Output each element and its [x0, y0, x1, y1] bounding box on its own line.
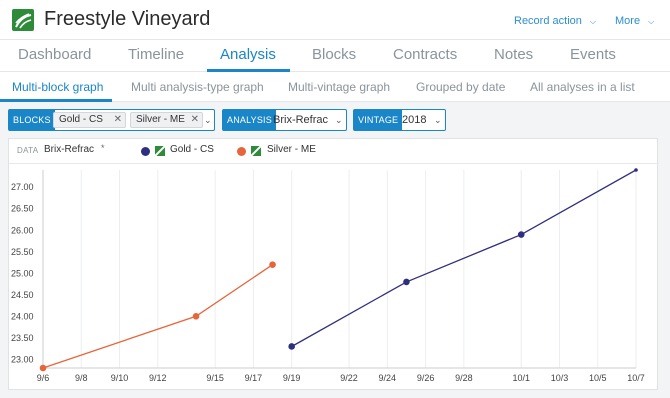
y-tick-label: 25.50	[11, 247, 34, 257]
chart-legend-row: DATA Brix-Refrac * Gold - CS Silver - ME	[9, 139, 659, 163]
tab-notes[interactable]: Notes	[494, 46, 533, 63]
data-point	[269, 261, 276, 268]
tab-events[interactable]: Events	[570, 46, 616, 63]
active-subtab-indicator	[0, 99, 112, 102]
block-chip-silver-me: Silver - ME ✕	[130, 112, 203, 128]
y-tick-label: 23.00	[11, 354, 34, 364]
block-chip-gold-cs: Gold - CS ✕	[53, 112, 126, 128]
chevron-down-icon: ⌵	[589, 17, 596, 26]
x-tick-label: 9/8	[75, 373, 88, 383]
subtab-multi-block-graph[interactable]: Multi-block graph	[12, 80, 103, 94]
x-tick-label: 9/24	[379, 373, 397, 383]
x-tick-label: 9/10	[111, 373, 129, 383]
data-point	[192, 313, 200, 320]
data-type-value[interactable]: Brix-Refrac	[44, 144, 94, 155]
tab-contracts[interactable]: Contracts	[393, 46, 457, 63]
x-tick-label: 10/7	[627, 373, 645, 383]
analysis-select-value: Brix-Refrac	[273, 114, 329, 126]
x-tick-label: 9/6	[37, 373, 50, 383]
app-title: Freestyle Vineyard	[44, 8, 211, 30]
app-window: Freestyle Vineyard Record action ⌵ More ⌵ …	[0, 0, 670, 398]
remove-chip-icon[interactable]: ✕	[191, 113, 199, 127]
tab-analysis[interactable]: Analysis	[220, 46, 276, 63]
vineyard-logo-icon	[12, 9, 34, 31]
x-tick-label: 9/19	[283, 373, 301, 383]
y-tick-label: 24.00	[11, 311, 34, 321]
subtab-multi-vintage-graph[interactable]: Multi-vintage graph	[288, 80, 390, 94]
data-point	[634, 168, 638, 172]
x-tick-label: 9/17	[245, 373, 263, 383]
more-label: More	[615, 15, 641, 27]
subtab-multi-analysis-type-graph[interactable]: Multi analysis-type graph	[131, 80, 264, 94]
analysis-filter[interactable]: ANALYSIS Brix-Refrac ⌄	[222, 109, 347, 131]
block-chip-label: Gold - CS	[59, 114, 103, 125]
blocks-filter[interactable]: BLOCKS Gold - CS ✕ Silver - ME ✕ ⌄	[8, 109, 215, 131]
record-action-menu[interactable]: Record action ⌵	[514, 15, 596, 27]
chevron-down-icon: ⌵	[648, 17, 655, 26]
block-stripe-icon	[251, 146, 261, 156]
top-header: Freestyle Vineyard Record action ⌵ More ⌵	[0, 0, 670, 40]
legend-dot-silver-me	[237, 147, 246, 156]
analysis-subtabs: Multi-block graph Multi analysis-type gr…	[0, 72, 670, 102]
legend-dot-gold-cs	[141, 147, 150, 156]
main-tabs: Dashboard Timeline Analysis Blocks Contr…	[0, 40, 670, 72]
data-point	[403, 278, 410, 286]
y-tick-label: 26.50	[11, 204, 34, 214]
x-tick-label: 10/5	[589, 373, 607, 383]
data-point	[39, 364, 47, 372]
chevron-down-icon[interactable]: ⌄	[204, 110, 212, 130]
more-menu[interactable]: More ⌵	[615, 15, 654, 27]
vintage-filter[interactable]: VINTAGE 2018 ⌄	[353, 109, 446, 131]
x-tick-label: 10/3	[551, 373, 569, 383]
block-stripe-icon	[155, 146, 165, 156]
subtab-grouped-by-date[interactable]: Grouped by date	[416, 80, 505, 94]
x-tick-label: 9/28	[455, 373, 473, 383]
y-tick-label: 27.00	[11, 182, 34, 192]
x-tick-label: 9/15	[206, 373, 224, 383]
analysis-filter-label: ANALYSIS	[223, 110, 276, 130]
y-tick-label: 26.00	[11, 225, 34, 235]
chart-panel: DATA Brix-Refrac * Gold - CS Silver - ME…	[8, 138, 659, 391]
vintage-select-value: 2018	[402, 114, 427, 126]
required-marker: *	[101, 143, 105, 153]
data-point	[288, 343, 295, 350]
y-tick-label: 25.00	[11, 268, 34, 278]
legend-label-gold-cs[interactable]: Gold - CS	[170, 144, 214, 155]
line-chart: 9/6 9/8 9/10 9/12 9/15 9/17 9/19 9/22 9/24 9/26 9/…	[11, 168, 645, 383]
tab-timeline[interactable]: Timeline	[128, 46, 184, 63]
block-chip-label: Silver - ME	[136, 114, 185, 125]
y-tick-label: 24.50	[11, 290, 34, 300]
x-tick-label: 10/1	[512, 373, 530, 383]
x-tick-label: 9/12	[149, 373, 167, 383]
record-action-label: Record action	[514, 15, 582, 27]
chevron-down-icon[interactable]: ⌄	[434, 110, 442, 130]
vintage-filter-label: VINTAGE	[354, 110, 403, 130]
subtab-all-analyses-in-a-list[interactable]: All analyses in a list	[530, 80, 635, 94]
data-point	[517, 231, 525, 238]
tab-dashboard[interactable]: Dashboard	[18, 46, 91, 63]
x-tick-label: 9/22	[340, 373, 358, 383]
chart-area: 9/6 9/8 9/10 9/12 9/15 9/17 9/19 9/22 9/24 9/26 9/…	[9, 163, 659, 391]
chevron-down-icon[interactable]: ⌄	[335, 110, 343, 130]
remove-chip-icon[interactable]: ✕	[114, 113, 122, 127]
blocks-filter-label: BLOCKS	[9, 110, 55, 130]
y-tick-label: 23.50	[11, 333, 34, 343]
data-label: DATA	[17, 146, 39, 155]
x-tick-label: 9/26	[417, 373, 435, 383]
tab-blocks[interactable]: Blocks	[312, 46, 356, 63]
legend-label-silver-me[interactable]: Silver - ME	[267, 144, 316, 155]
